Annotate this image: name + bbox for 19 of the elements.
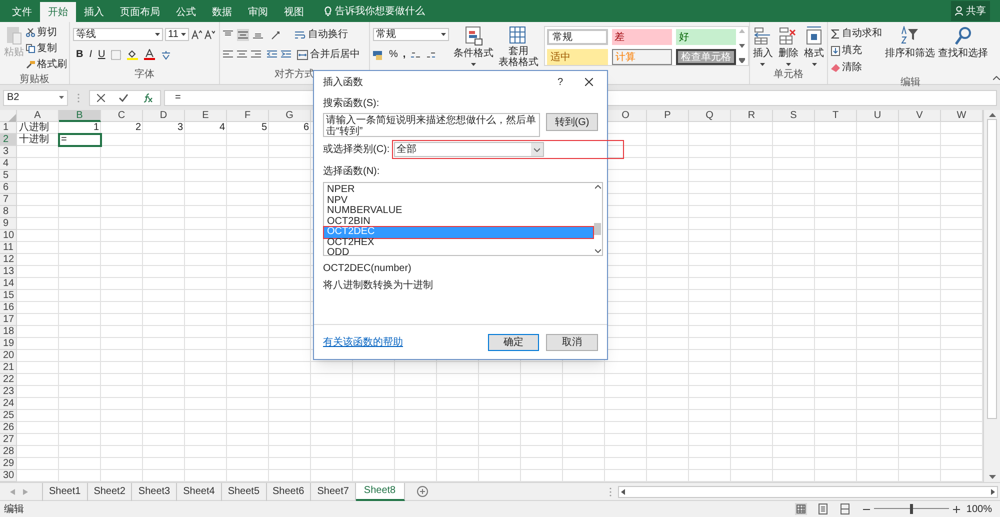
table-cell-text: 十进制 — [18, 134, 50, 146]
group-label: 字体 — [134, 68, 154, 82]
function-description: 将八进制数转换为十进制 — [323, 278, 434, 293]
table-cell-text: 八进制 — [18, 122, 50, 134]
field-label: 搜索函数(S): — [323, 96, 380, 111]
table-cell-text: 2 — [134, 122, 142, 134]
status-mode: 编辑 — [4, 502, 24, 516]
dialog-title: 插入函数 — [323, 76, 363, 90]
table-cell-text: 3 — [176, 122, 184, 134]
group-label: 单元格 — [774, 68, 804, 82]
table-cell-text: 6 — [302, 122, 310, 134]
group-label: 剪贴板 — [20, 72, 50, 87]
function-signature: OCT2DEC(number) — [323, 262, 412, 276]
table-cell-text: 1 — [92, 122, 100, 134]
table-cell-text: 4 — [218, 122, 226, 134]
field-label: 选择函数(N): — [323, 164, 381, 179]
table-cell-text: 5 — [260, 122, 268, 134]
field-label: 或选择类别(C): — [323, 142, 390, 157]
group-label: 编辑 — [900, 76, 920, 90]
